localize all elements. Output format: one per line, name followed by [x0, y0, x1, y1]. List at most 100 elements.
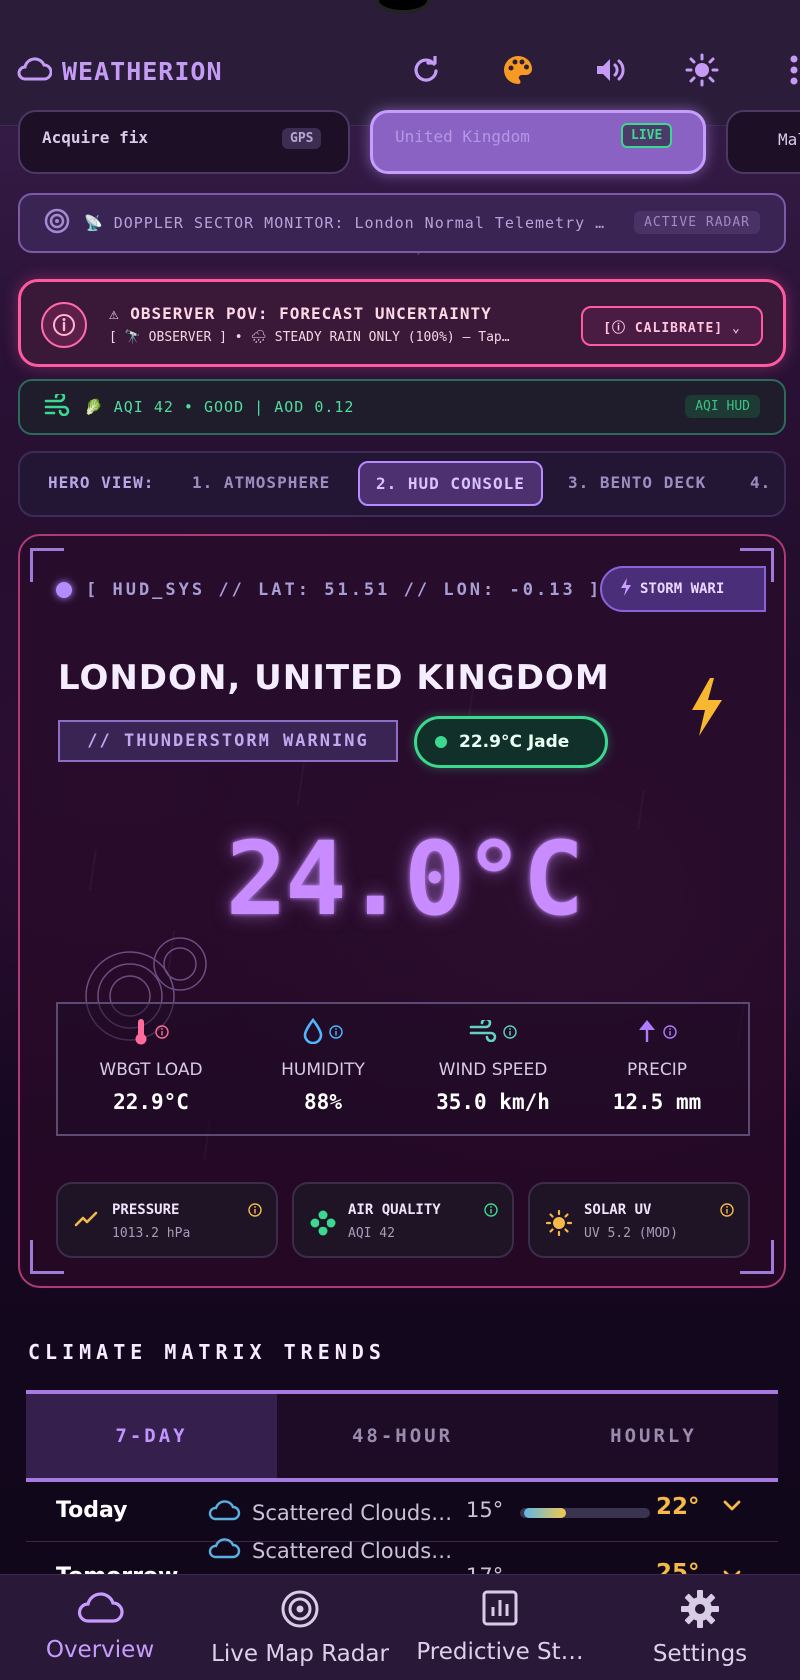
- chart-icon: [481, 1590, 519, 1631]
- location-card-gps[interactable]: Acquire fix GPS: [18, 110, 350, 174]
- more-button[interactable]: [748, 52, 800, 92]
- location-label: Acquire fix: [42, 128, 148, 147]
- metric-label: WIND SPEED: [438, 1060, 548, 1080]
- sound-button[interactable]: [564, 52, 656, 92]
- live-tag: LIVE: [621, 123, 673, 148]
- mini-card-pressure[interactable]: PRESSURE 1013.2 hPa: [56, 1182, 278, 1258]
- location-label: United Kingdom: [395, 127, 530, 146]
- tab-48-hour[interactable]: 48-HOUR: [277, 1394, 528, 1478]
- forecast-high: 22°: [656, 1494, 700, 1520]
- info-icon[interactable]: [248, 1202, 262, 1221]
- alert-title: ⚠ OBSERVER POV: FORECAST UNCERTAINTY: [109, 304, 492, 323]
- doppler-monitor-bar[interactable]: 📡 DOPPLER SECTOR MONITOR: London Normal …: [18, 193, 786, 253]
- bottom-navigation: Overview Live Map Radar Predictive St… S…: [0, 1574, 800, 1680]
- nav-label: Settings: [652, 1641, 748, 1667]
- hud-console-card: [ HUD_SYS // LAT: 51.51 // LON: -0.13 ] …: [18, 534, 786, 1288]
- theme-button[interactable]: [472, 52, 564, 92]
- jade-temperature: 22.9°C Jade: [459, 732, 570, 752]
- thermometer-icon: [133, 1017, 149, 1049]
- cloud-icon: [16, 56, 53, 86]
- metrics-panel: WBGT LOAD 22.9°C HUMIDITY 88% WIND SPEED…: [56, 1002, 750, 1136]
- hero-view-label: HERO VIEW:: [48, 473, 155, 492]
- metric-value: 12.5 mm: [612, 1090, 702, 1114]
- hero-view-selector: HERO VIEW: 1. ATMOSPHERE 2. HUD CONSOLE …: [18, 451, 786, 517]
- brightness-button[interactable]: [656, 52, 748, 92]
- nav-overview[interactable]: Overview: [0, 1589, 200, 1663]
- info-icon[interactable]: [155, 1024, 169, 1043]
- metric-precip[interactable]: PRECIP 12.5 mm: [582, 1018, 732, 1114]
- droplet-icon: [303, 1017, 323, 1048]
- brightness-icon: [685, 53, 719, 91]
- calibrate-button[interactable]: [ⓘ CALIBRATE] ⌄: [581, 306, 763, 346]
- trend-icon: [74, 1210, 98, 1232]
- location-card-malay[interactable]: Malay: [726, 110, 800, 174]
- location-card-uk[interactable]: United Kingdom LIVE: [370, 110, 706, 174]
- sun-icon: [545, 1209, 573, 1240]
- metric-humidity[interactable]: HUMIDITY 88%: [248, 1017, 398, 1114]
- mini-card-solar-uv[interactable]: SOLAR UV UV 5.2 (MOD): [528, 1182, 750, 1258]
- camera-notch: [375, 0, 431, 14]
- brand: WEATHERION: [16, 56, 223, 86]
- corner-bracket: [30, 548, 64, 582]
- volume-icon: [594, 56, 626, 88]
- forecast-uncertainty-alert[interactable]: ⚠ OBSERVER POV: FORECAST UNCERTAINTY [ 🔭…: [18, 279, 786, 367]
- jade-dot: [435, 736, 447, 748]
- thunderstorm-warning-chip: // THUNDERSTORM WARNING: [58, 720, 398, 762]
- nav-label: Predictive St…: [416, 1639, 584, 1665]
- cloud-icon: [206, 1536, 242, 1565]
- hud-coordinates: [ HUD_SYS // LAT: 51.51 // LON: -0.13 ]: [86, 580, 603, 600]
- forecast-condition-text: Scattered Clouds…: [252, 1500, 453, 1525]
- tab-hourly[interactable]: HOURLY: [528, 1394, 779, 1478]
- metric-value: 22.9°C: [113, 1090, 189, 1114]
- more-vertical-icon: [789, 55, 799, 89]
- hud-sys-line: [ HUD_SYS // LAT: 51.51 // LON: -0.13 ]: [56, 580, 602, 600]
- metric-wind-speed[interactable]: WIND SPEED 35.0 km/h: [418, 1017, 568, 1114]
- gps-tag: GPS: [282, 128, 322, 149]
- active-radar-badge: ACTIVE RADAR: [634, 211, 760, 234]
- tab-7-day[interactable]: 7-DAY: [26, 1394, 277, 1478]
- thunderstorm-icon: [690, 678, 724, 740]
- hero-view-hud-console[interactable]: 2. HUD CONSOLE: [358, 461, 543, 506]
- metric-label: WBGT LOAD: [99, 1060, 203, 1080]
- trends-title: CLIMATE MATRIX TRENDS: [28, 1340, 386, 1364]
- metric-label: PRECIP: [627, 1060, 687, 1080]
- info-icon: [41, 302, 87, 348]
- storm-warning-pill[interactable]: STORM WARI: [600, 566, 766, 612]
- flower-icon: [310, 1210, 336, 1240]
- app-bar: WEATHERION: [0, 0, 800, 126]
- metric-value: 88%: [304, 1090, 342, 1114]
- mini-card-value: 1013.2 hPa: [112, 1226, 191, 1241]
- radar-target-icon: [44, 208, 70, 238]
- hero-view-4[interactable]: 4.: [750, 473, 771, 492]
- forecast-day: Today: [56, 1498, 128, 1523]
- metric-wbgt[interactable]: WBGT LOAD 22.9°C: [76, 1018, 226, 1114]
- nav-live-map-radar[interactable]: Live Map Radar: [200, 1589, 400, 1667]
- forecast-condition: Scattered Clouds…: [206, 1498, 452, 1527]
- chevron-down-icon[interactable]: [722, 1498, 742, 1517]
- forecast-low: 15°: [466, 1498, 504, 1522]
- aqi-bar[interactable]: 🥬 AQI 42 • GOOD | AOD 0.12 AQI HUD: [18, 379, 786, 435]
- info-icon[interactable]: [720, 1202, 734, 1221]
- jade-temperature-chip[interactable]: 22.9°C Jade: [414, 716, 608, 768]
- trend-tabs: 7-DAY 48-HOUR HOURLY: [26, 1390, 778, 1482]
- hero-view-bento-deck[interactable]: 3. BENTO DECK: [568, 473, 706, 492]
- mini-card-air-quality[interactable]: AIR QUALITY AQI 42: [292, 1182, 514, 1258]
- info-icon[interactable]: [484, 1202, 498, 1221]
- metric-label: HUMIDITY: [281, 1060, 365, 1080]
- info-icon[interactable]: [503, 1024, 517, 1043]
- alert-subtitle: [ 🔭 OBSERVER ] • 🌧 STEADY RAIN ONLY (100…: [109, 330, 510, 345]
- mini-card-title: AIR QUALITY: [348, 1202, 441, 1218]
- aqi-hud-badge: AQI HUD: [685, 395, 760, 418]
- info-icon[interactable]: [663, 1024, 677, 1043]
- location-label: Malay: [778, 130, 800, 149]
- nav-predictive-stats[interactable]: Predictive St…: [400, 1589, 600, 1665]
- forecast-row[interactable]: Today Scattered Clouds… 15° 22°: [26, 1482, 778, 1542]
- nav-settings[interactable]: Settings: [600, 1589, 800, 1667]
- mini-card-title: SOLAR UV: [584, 1202, 652, 1218]
- hero-view-atmosphere[interactable]: 1. ATMOSPHERE: [192, 473, 330, 492]
- info-icon[interactable]: [329, 1024, 343, 1043]
- refresh-button[interactable]: [380, 52, 472, 92]
- umbrella-icon: [637, 1018, 657, 1048]
- refresh-icon: [412, 55, 440, 88]
- current-temperature: 24.0°C: [225, 820, 584, 939]
